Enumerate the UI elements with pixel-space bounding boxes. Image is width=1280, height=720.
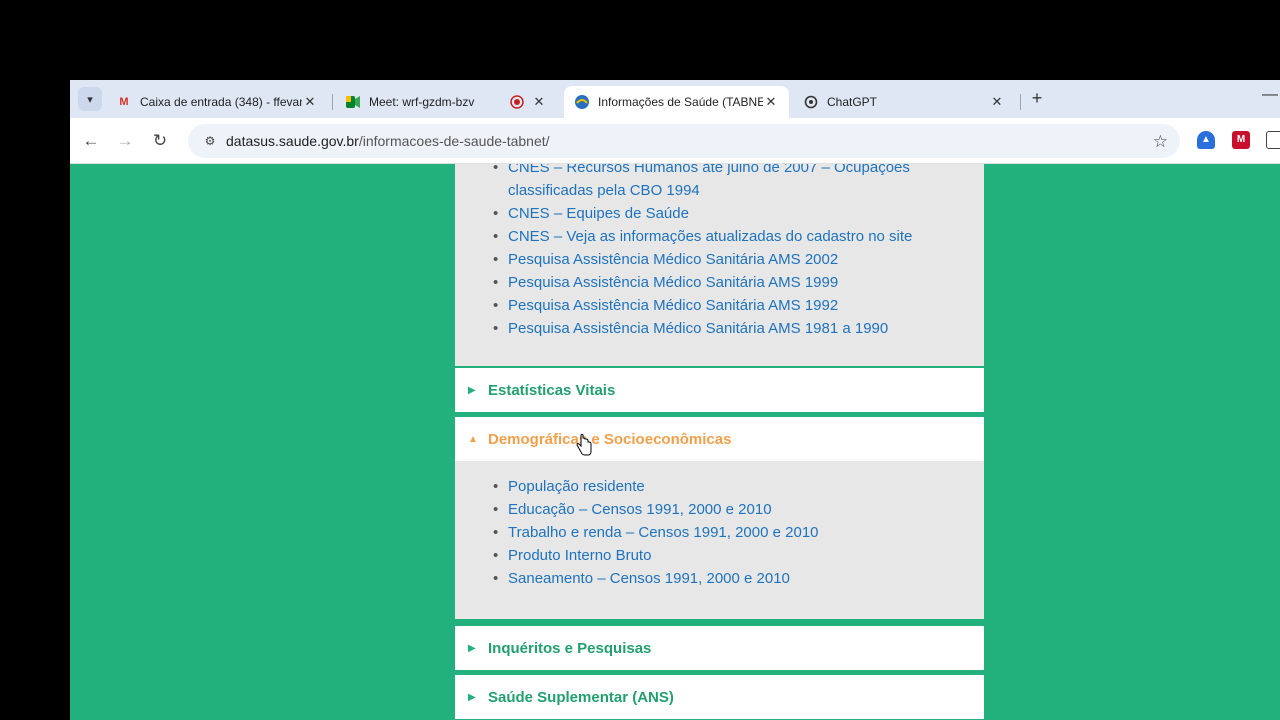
list-item[interactable]: Pesquisa Assistência Médico Sanitária AM… bbox=[493, 271, 984, 294]
list-item[interactable]: Produto Interno Bruto bbox=[493, 544, 984, 567]
list-item[interactable]: CNES – Veja as informações atualizadas d… bbox=[493, 225, 984, 248]
accordion-inqueritos[interactable]: ▶ Inquéritos e Pesquisas bbox=[455, 626, 984, 670]
recording-icon bbox=[509, 94, 525, 110]
demograficas-list: População residente Educação – Censos 19… bbox=[455, 475, 984, 590]
close-icon[interactable]: ✕ bbox=[763, 94, 779, 110]
list-item[interactable]: Pesquisa Assistência Médico Sanitária AM… bbox=[493, 248, 984, 271]
close-icon[interactable]: ✕ bbox=[531, 94, 547, 110]
accordion-saude-suplementar[interactable]: ▶ Saúde Suplementar (ANS) bbox=[455, 675, 984, 719]
extension-graduation-icon[interactable]: ▲ bbox=[1197, 131, 1215, 149]
url-text[interactable]: datasus.saude.gov.br/informacoes-de-saud… bbox=[226, 133, 550, 149]
list-item[interactable]: Pesquisa Assistência Médico Sanitária AM… bbox=[493, 317, 984, 340]
caret-up-icon: ▲ bbox=[468, 433, 478, 445]
gmail-icon: M bbox=[119, 96, 129, 108]
chevron-down-icon: ▾ bbox=[87, 93, 93, 106]
url-domain: datasus.saude.gov.br bbox=[226, 133, 359, 149]
caret-right-icon: ▶ bbox=[468, 642, 476, 654]
demograficas-list-block: População residente Educação – Censos 19… bbox=[455, 461, 984, 619]
browser-toolbar: ← → ↻ ⚙ datasus.saude.gov.br/informacoes… bbox=[70, 118, 1280, 164]
meet-icon bbox=[345, 94, 361, 110]
plus-icon: + bbox=[1031, 88, 1043, 108]
reload-icon: ↻ bbox=[152, 131, 168, 150]
caret-right-icon: ▶ bbox=[468, 691, 476, 703]
hand-cursor-icon bbox=[576, 434, 592, 456]
chatgpt-icon bbox=[803, 94, 819, 110]
tab-chatgpt[interactable]: ChatGPT ✕ bbox=[793, 86, 1015, 118]
list-item[interactable]: Educação – Censos 1991, 2000 e 2010 bbox=[493, 498, 984, 521]
tab-tabnet[interactable]: Informações de Saúde (TABNET ✕ bbox=[564, 86, 789, 118]
list-item[interactable]: CNES – Recursos Humanos até julho de 200… bbox=[493, 164, 984, 179]
list-item[interactable]: classificadas pela CBO 1994 bbox=[493, 179, 984, 202]
reload-button[interactable]: ↻ bbox=[149, 130, 171, 152]
tab-gmail[interactable]: M Caixa de entrada (348) - ffevang ✕ bbox=[106, 86, 328, 118]
tab-separator bbox=[1020, 94, 1021, 110]
cnes-list-block: CNES – Recursos Humanos até julho de 200… bbox=[455, 164, 984, 366]
site-settings-icon[interactable]: ⚙ bbox=[194, 134, 226, 148]
tab-separator bbox=[332, 94, 333, 110]
tab-strip: ▾ M Caixa de entrada (348) - ffevang ✕ M… bbox=[70, 80, 1280, 118]
cnes-list: CNES – Recursos Humanos até julho de 200… bbox=[455, 164, 984, 340]
arrow-left-icon: ← bbox=[82, 131, 100, 150]
browser-window: ▾ M Caixa de entrada (348) - ffevang ✕ M… bbox=[70, 80, 1280, 720]
datasus-icon bbox=[574, 94, 590, 110]
new-tab-button[interactable]: + bbox=[1027, 88, 1047, 108]
extension-red-icon[interactable]: M bbox=[1232, 131, 1250, 149]
list-item[interactable]: CNES – Equipes de Saúde bbox=[493, 202, 984, 225]
page-content: CNES – Recursos Humanos até julho de 200… bbox=[70, 164, 1280, 720]
list-item[interactable]: Pesquisa Assistência Médico Sanitária AM… bbox=[493, 294, 984, 317]
minimize-button[interactable]: — bbox=[1262, 86, 1278, 104]
list-item[interactable]: Trabalho e renda – Censos 1991, 2000 e 2… bbox=[493, 521, 984, 544]
close-icon[interactable]: ✕ bbox=[302, 94, 318, 110]
list-item[interactable]: Saneamento – Censos 1991, 2000 e 2010 bbox=[493, 567, 984, 590]
address-bar[interactable]: ⚙ datasus.saude.gov.br/informacoes-de-sa… bbox=[188, 124, 1180, 158]
caret-right-icon: ▶ bbox=[468, 384, 476, 396]
tab-meet[interactable]: Meet: wrf-gzdm-bzv ✕ bbox=[335, 86, 557, 118]
accordion-estatisticas-vitais[interactable]: ▶ Estatísticas Vitais bbox=[455, 368, 984, 412]
close-icon[interactable]: ✕ bbox=[989, 94, 1005, 110]
arrow-right-icon: → bbox=[116, 131, 134, 150]
url-path: /informacoes-de-saude-tabnet/ bbox=[358, 133, 550, 149]
back-button[interactable]: ← bbox=[80, 130, 102, 152]
tab-search-button[interactable]: ▾ bbox=[78, 87, 102, 111]
extensions-puzzle-icon[interactable] bbox=[1266, 131, 1280, 149]
bookmark-star-icon[interactable]: ☆ bbox=[1153, 132, 1168, 152]
forward-button[interactable]: → bbox=[114, 130, 136, 152]
list-item[interactable]: População residente bbox=[493, 475, 984, 498]
accordion-demograficas[interactable]: ▲ Demográficas e Socioeconômicas bbox=[455, 417, 984, 461]
